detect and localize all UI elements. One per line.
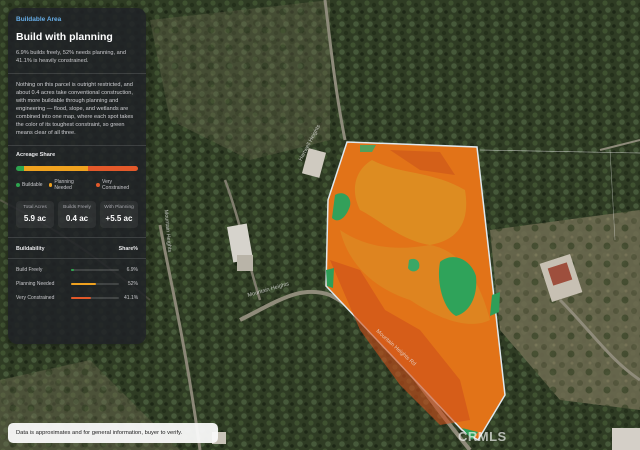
row-fill xyxy=(71,296,91,300)
row-label: Planning Needed xyxy=(16,281,55,287)
stat-value: 0.4 ac xyxy=(65,214,89,223)
panel-title: Build with planning xyxy=(16,31,113,43)
row-label: Very Constrained xyxy=(16,295,55,301)
divider xyxy=(8,258,146,259)
legend-dot xyxy=(48,183,53,187)
share-segment-constrained xyxy=(87,166,138,171)
row-fill xyxy=(71,282,96,286)
share-legend: Buildable Planning Needed Very Constrain… xyxy=(16,179,138,191)
buildability-header: Buildability Share% xyxy=(16,246,138,252)
row-pct: 41.1% xyxy=(124,295,139,301)
stat-label: With Planning xyxy=(104,205,134,210)
buildability-row: Planning Needed 52% xyxy=(16,281,138,287)
legend-item: Buildable xyxy=(16,182,43,188)
acreage-stats: Total Acres 5.9 ac Builds Freely 0.4 ac … xyxy=(16,201,138,228)
legend-dot xyxy=(96,183,101,187)
divider xyxy=(8,237,146,238)
stat-value: +5.5 ac xyxy=(105,214,133,223)
row-label: Build Freely xyxy=(16,267,43,273)
buildability-row: Build Freely 6.9% xyxy=(16,267,138,273)
divider xyxy=(8,73,146,74)
row-track xyxy=(71,296,119,300)
stat-total-acres: Total Acres 5.9 ac xyxy=(16,201,54,228)
divider xyxy=(8,145,146,146)
share-segment-buildable xyxy=(16,166,25,171)
acreage-share-label: Acreage Share xyxy=(16,152,56,158)
share-column-header: Share% xyxy=(118,246,138,252)
row-track xyxy=(71,268,119,272)
watermark: CRMLS xyxy=(458,429,507,444)
panel-eyebrow: Buildable Area xyxy=(16,16,62,23)
buildability-row: Very Constrained 41.1% xyxy=(16,295,138,301)
row-pct: 6.9% xyxy=(126,267,138,273)
stat-with-planning: With Planning +5.5 ac xyxy=(100,201,138,228)
row-pct: 52% xyxy=(127,281,138,287)
buildability-title: Buildability xyxy=(16,246,45,252)
acreage-share-bar xyxy=(16,166,138,171)
stat-label: Total Acres xyxy=(23,205,47,210)
legend-item: Very Constrained xyxy=(96,179,138,191)
legend-dot xyxy=(16,183,20,187)
disclaimer-banner: Data is approximates and for general inf… xyxy=(8,423,218,443)
row-fill xyxy=(71,268,75,272)
share-segment-planning xyxy=(24,166,88,171)
stat-value: 5.9 ac xyxy=(23,214,47,223)
stat-label: Builds Freely xyxy=(63,205,91,210)
row-track xyxy=(71,282,119,286)
stat-builds-freely: Builds Freely 0.4 ac xyxy=(58,201,96,228)
panel-subtitle: 6.9% builds freely, 52% needs planning, … xyxy=(16,50,126,64)
legend-item: Planning Needed xyxy=(48,179,91,191)
panel-description: Nothing on this parcel is outright restr… xyxy=(16,82,134,136)
buildable-area-panel: Buildable Area Build with planning 6.9% … xyxy=(8,8,146,344)
